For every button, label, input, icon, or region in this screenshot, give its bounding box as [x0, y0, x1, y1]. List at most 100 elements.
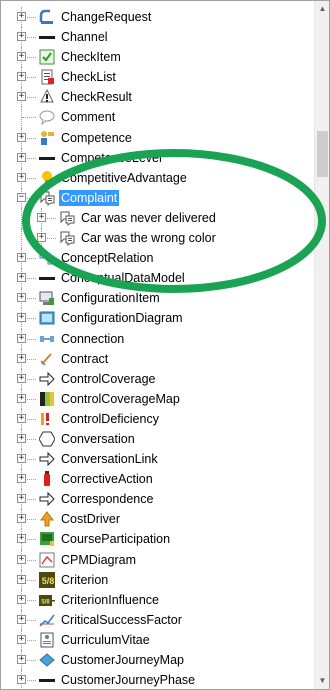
tree-item-label[interactable]: Channel [59, 29, 110, 45]
expand-icon[interactable]: + [17, 454, 26, 464]
tree-item[interactable]: + CustomerJourneyMap [1, 650, 314, 671]
tree-item-label[interactable]: ControlDeficiency [59, 411, 161, 427]
expand-icon[interactable]: + [17, 172, 26, 182]
scroll-up-arrow-icon[interactable]: ▲ [315, 1, 329, 17]
tree-item-label[interactable]: CPMDiagram [59, 552, 138, 568]
tree-item[interactable]: + CriticalSuccessFactor [1, 609, 314, 630]
tree-item[interactable]: +5/8 Criterion [1, 569, 314, 590]
expand-icon[interactable]: + [17, 313, 26, 323]
tree-item-label[interactable]: CostDriver [59, 511, 122, 527]
expand-icon[interactable]: + [17, 132, 26, 142]
tree-item-label[interactable]: ConceptualDataModel [59, 270, 187, 286]
scrollbar-thumb[interactable] [317, 131, 328, 177]
tree-item-label[interactable]: Criterion [59, 572, 110, 588]
tree-subitem[interactable]: + Car was the wrong color [1, 228, 314, 249]
tree-item[interactable]: + ConceptRelation [1, 248, 314, 269]
tree-item-label[interactable]: CheckList [59, 69, 118, 85]
tree-item[interactable]: + ChangeRequest [1, 7, 314, 28]
tree-item[interactable]: Comment [1, 107, 314, 128]
expand-icon[interactable]: + [17, 433, 26, 443]
expand-icon[interactable]: + [17, 655, 26, 664]
tree-item-label[interactable]: ConfigurationItem [59, 290, 162, 306]
tree-item[interactable]: + Competence [1, 127, 314, 148]
tree-item[interactable]: + ControlCoverage [1, 368, 314, 389]
expand-icon[interactable]: + [17, 554, 26, 564]
tree-item[interactable]: + CheckResult [1, 87, 314, 108]
expand-icon[interactable]: + [17, 273, 26, 283]
tree-item-label[interactable]: CustomerJourneyMap [59, 652, 186, 668]
tree-item-label[interactable]: CriticalSuccessFactor [59, 612, 184, 628]
expand-icon[interactable]: + [17, 534, 26, 544]
expand-icon[interactable]: + [17, 413, 26, 423]
expand-icon[interactable]: + [17, 152, 26, 162]
tree-item-label[interactable]: ConversationLink [59, 451, 160, 467]
expand-icon[interactable]: + [17, 393, 26, 403]
tree-item[interactable]: + ConfigurationDiagram [1, 308, 314, 329]
tree-item-label[interactable]: ChangeRequest [59, 9, 153, 25]
tree-item[interactable]: + Channel [1, 27, 314, 48]
tree-item[interactable]: + CorrectiveAction [1, 469, 314, 490]
tree-item[interactable]: + ControlCoverageMap [1, 388, 314, 409]
tree-item-label[interactable]: CheckResult [59, 89, 134, 105]
tree-item-label[interactable]: ControlCoverage [59, 371, 158, 387]
tree-item[interactable]: + CustomerJourneyPhase [1, 670, 314, 689]
expand-icon[interactable]: + [17, 293, 26, 303]
expand-icon[interactable]: + [17, 474, 26, 484]
tree-item[interactable]: + Connection [1, 328, 314, 349]
tree-item[interactable]: + Correspondence [1, 489, 314, 510]
expand-icon[interactable]: + [17, 514, 26, 524]
tree-item-label[interactable]: Competence [59, 130, 134, 146]
tree-item[interactable]: + ControlDeficiency [1, 408, 314, 429]
tree-item-label[interactable]: Comment [59, 109, 117, 125]
expand-icon[interactable]: + [17, 92, 26, 102]
tree-item-label[interactable]: CompetitiveAdvantage [59, 170, 189, 186]
tree-item[interactable]: + CourseParticipation [1, 529, 314, 550]
expand-icon[interactable]: + [37, 212, 46, 222]
collapse-icon[interactable]: − [17, 192, 26, 202]
tree-item[interactable]: + ConceptualDataModel [1, 268, 314, 289]
tree-subitem[interactable]: + Car was never delivered [1, 207, 314, 229]
tree-item[interactable]: + Contract [1, 348, 314, 369]
tree-item-label[interactable]: ControlCoverageMap [59, 391, 182, 407]
expand-icon[interactable]: + [17, 333, 26, 343]
tree-item-label[interactable]: CompetenceLevel [59, 150, 164, 166]
expand-icon[interactable]: + [17, 494, 26, 504]
tree-item-label[interactable]: CheckItem [59, 49, 123, 65]
expand-icon[interactable]: + [17, 32, 26, 42]
tree-item-label[interactable]: Connection [59, 331, 126, 347]
tree-item-label[interactable]: CurriculumVitae [59, 632, 152, 648]
expand-icon[interactable]: + [17, 614, 26, 624]
tree-item[interactable]: + ConversationLink [1, 449, 314, 470]
expand-icon[interactable]: + [17, 72, 26, 82]
tree-item[interactable]: + CheckItem [1, 47, 314, 68]
expand-icon[interactable]: + [37, 233, 46, 243]
expand-icon[interactable]: + [17, 52, 26, 62]
tree-item-label[interactable]: Car was never delivered [79, 210, 218, 226]
expand-icon[interactable]: + [17, 373, 26, 383]
tree-item[interactable]: − Complaint [1, 187, 314, 208]
tree-item-label[interactable]: Contract [59, 351, 110, 367]
tree-item[interactable]: + CPMDiagram [1, 549, 314, 570]
expand-icon[interactable]: + [17, 353, 26, 363]
tree-item-label[interactable]: Correspondence [59, 491, 155, 507]
tree-item[interactable]: + Conversation [1, 428, 314, 450]
expand-icon[interactable]: + [17, 594, 26, 604]
tree-item-label[interactable]: ConfigurationDiagram [59, 310, 185, 326]
expand-icon[interactable]: + [17, 634, 26, 644]
tree-item[interactable]: + CurriculumVitae [1, 629, 314, 650]
tree-item-label[interactable]: ConceptRelation [59, 250, 155, 266]
tree-item[interactable]: +5/8 CriterionInfluence [1, 589, 314, 610]
tree-item[interactable]: + CompetenceLevel [1, 147, 314, 168]
tree-item-label[interactable]: CorrectiveAction [59, 471, 155, 487]
tree-item[interactable]: + CostDriver [1, 509, 314, 530]
expand-icon[interactable]: + [17, 12, 26, 21]
scroll-down-arrow-icon[interactable]: ▼ [315, 673, 329, 689]
expand-icon[interactable]: + [17, 675, 26, 685]
expand-icon[interactable]: + [17, 574, 26, 584]
tree-item-label[interactable]: CourseParticipation [59, 531, 172, 547]
tree-item[interactable]: + CheckList [1, 67, 314, 88]
vertical-scrollbar[interactable]: ▲ ▼ [314, 1, 329, 689]
expand-icon[interactable]: + [17, 253, 26, 263]
tree-item[interactable]: + ConfigurationItem [1, 288, 314, 309]
tree-item[interactable]: + CompetitiveAdvantage [1, 167, 314, 188]
